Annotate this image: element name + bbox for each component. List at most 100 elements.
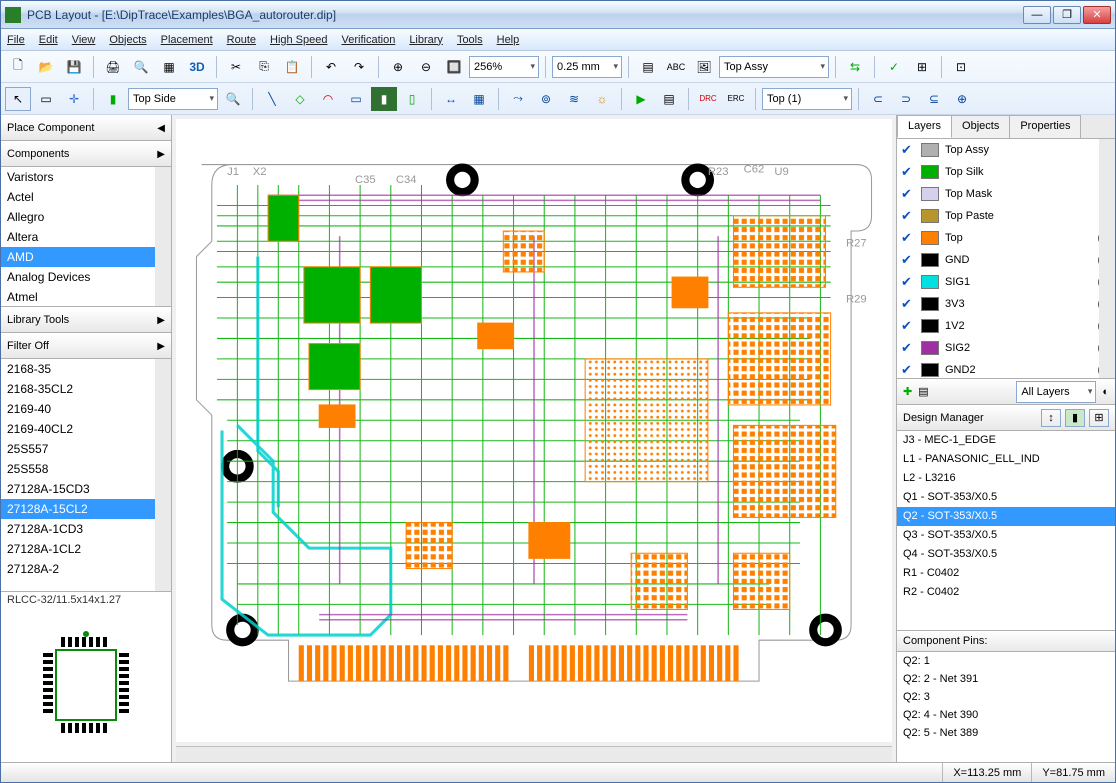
dm-item[interactable]: L1 - PANASONIC_ELL_IND <box>897 450 1115 469</box>
grid-combo[interactable]: 0.25 mm <box>552 56 622 78</box>
save-icon[interactable]: 💾 <box>61 55 87 79</box>
find-icon[interactable]: 🔍 <box>220 87 246 111</box>
part-item[interactable]: 27128A-2 <box>1 559 171 579</box>
chip-icon[interactable]: ▮ <box>100 87 126 111</box>
filter-header[interactable]: Filter Off▶ <box>1 333 171 359</box>
check-icon[interactable]: ✔ <box>901 164 915 180</box>
route-icon[interactable]: ⤳ <box>505 87 531 111</box>
check-icon[interactable]: ✔ <box>901 230 915 246</box>
parts-list[interactable]: 2168-352168-35CL22169-402169-40CL225S557… <box>1 359 171 592</box>
part-item[interactable]: 27128A-1CL2 <box>1 539 171 559</box>
check-icon[interactable]: ✔ <box>901 340 915 356</box>
lib-item[interactable]: Allegro <box>1 207 171 227</box>
tab-properties[interactable]: Properties <box>1009 115 1081 138</box>
design-manager-list[interactable]: J3 - MEC-1_EDGEL1 - PANASONIC_ELL_INDL2 … <box>897 431 1115 631</box>
via-icon[interactable]: ⊚ <box>533 87 559 111</box>
open-icon[interactable]: 📂 <box>33 55 59 79</box>
menu-highspeed[interactable]: High Speed <box>270 34 328 46</box>
undo-icon[interactable]: ↶ <box>318 55 344 79</box>
dm-item[interactable]: J3 - MEC-1_EDGE <box>897 431 1115 450</box>
check-icon[interactable]: ✔ <box>901 208 915 224</box>
part-item[interactable]: 25S557 <box>1 439 171 459</box>
new-icon[interactable]: 🗋 <box>5 55 31 79</box>
layer3-icon[interactable]: ⊆ <box>921 87 947 111</box>
menu-view[interactable]: View <box>72 34 96 46</box>
check-icon[interactable]: ✔ <box>901 274 915 290</box>
routesettings-icon[interactable]: ▤ <box>656 87 682 111</box>
pin-item[interactable]: Q2: 1 <box>897 652 1115 670</box>
compare-icon[interactable]: ⇆ <box>842 55 868 79</box>
pins-list[interactable]: Q2: 1Q2: 2 - Net 391Q2: 3Q2: 4 - Net 390… <box>897 652 1115 762</box>
erc-icon[interactable]: ERC <box>723 87 749 111</box>
dimension-icon[interactable]: ↔ <box>438 87 464 111</box>
check-icon[interactable]: ✔ <box>901 142 915 158</box>
layer2-icon[interactable]: ⊃ <box>893 87 919 111</box>
contrast-icon[interactable]: ◐ <box>1102 386 1109 398</box>
part-item[interactable]: 25S558 <box>1 459 171 479</box>
assy-combo[interactable]: Top Assy <box>719 56 829 78</box>
dm-item[interactable]: Q1 - SOT-353/X0.5 <box>897 488 1115 507</box>
lib-item[interactable]: Altera <box>1 227 171 247</box>
copy-icon[interactable]: ⎘ <box>251 55 277 79</box>
net-icon[interactable]: ⊞ <box>909 55 935 79</box>
layer-props-icon[interactable]: ▤ <box>918 385 928 398</box>
tab-layers[interactable]: Layers <box>897 115 952 138</box>
layer-row[interactable]: ✔Top Assy <box>897 139 1115 161</box>
components-header[interactable]: Components▶ <box>1 141 171 167</box>
zoomout-icon[interactable]: ⊖ <box>413 55 439 79</box>
menu-verification[interactable]: Verification <box>342 34 396 46</box>
titleblock-icon[interactable]: ▦ <box>156 55 182 79</box>
zoomwin-icon[interactable]: 🔲 <box>441 55 467 79</box>
diff-icon[interactable]: ≋ <box>561 87 587 111</box>
part-item[interactable]: 2168-35 <box>1 359 171 379</box>
menu-help[interactable]: Help <box>497 34 520 46</box>
part-item[interactable]: 2169-40 <box>1 399 171 419</box>
menu-route[interactable]: Route <box>227 34 256 46</box>
dm-item[interactable]: Q4 - SOT-353/X0.5 <box>897 545 1115 564</box>
poly-icon[interactable]: ◇ <box>287 87 313 111</box>
abc-icon[interactable]: ABC <box>663 55 689 79</box>
check-icon[interactable]: ✔ <box>901 252 915 268</box>
menu-library[interactable]: Library <box>409 34 443 46</box>
dm-item[interactable]: L2 - L3216 <box>897 469 1115 488</box>
lib-item[interactable]: Atmel <box>1 287 171 307</box>
arrow-icon[interactable]: ↖ <box>5 87 31 111</box>
dm-item[interactable]: R1 - C0402 <box>897 564 1115 583</box>
lib-item[interactable]: Varistors <box>1 167 171 187</box>
panel-icon[interactable]: ▭ <box>33 87 59 111</box>
check-icon[interactable]: ✔ <box>901 318 915 334</box>
part-item[interactable]: 27128A-15CD3 <box>1 479 171 499</box>
close-button[interactable]: ✕ <box>1083 6 1111 24</box>
h-scrollbar[interactable] <box>176 746 892 762</box>
autoroute-icon[interactable]: ▶ <box>628 87 654 111</box>
dm-item[interactable]: R2 - C0402 <box>897 583 1115 602</box>
layer-row[interactable]: ✔Top Mask <box>897 183 1115 205</box>
layer-row[interactable]: ✔GND2(7) <box>897 359 1115 379</box>
origin-icon[interactable]: ✛ <box>61 87 87 111</box>
minimize-button[interactable]: — <box>1023 6 1051 24</box>
image-icon[interactable]: 🖼 <box>691 55 717 79</box>
tab-objects[interactable]: Objects <box>951 115 1010 138</box>
print-icon[interactable]: 🖨 <box>100 55 126 79</box>
zoomin-icon[interactable]: ⊕ <box>385 55 411 79</box>
pin-item[interactable]: Q2: 2 - Net 391 <box>897 670 1115 688</box>
layer-row[interactable]: ✔Top Paste <box>897 205 1115 227</box>
menu-file[interactable]: File <box>7 34 25 46</box>
side-combo[interactable]: Top Side <box>128 88 218 110</box>
3d-button[interactable]: 3D <box>184 55 210 79</box>
current-layer-combo[interactable]: Top (1) <box>762 88 852 110</box>
check-icon[interactable]: ✔ <box>901 362 915 378</box>
hierarchy-icon[interactable]: ⊡ <box>948 55 974 79</box>
redo-icon[interactable]: ↷ <box>346 55 372 79</box>
layer-row[interactable]: ✔SIG1(3) <box>897 271 1115 293</box>
library-tools-header[interactable]: Library Tools▶ <box>1 307 171 333</box>
drc-icon[interactable]: ✓ <box>881 55 907 79</box>
layer-row[interactable]: ✔GND(2) <box>897 249 1115 271</box>
layers-list[interactable]: ✔Top Assy✔Top Silk✔Top Mask✔Top Paste✔To… <box>897 139 1115 379</box>
layer-row[interactable]: ✔Top Silk <box>897 161 1115 183</box>
check-icon[interactable]: ✔ <box>901 186 915 202</box>
dm-item[interactable]: Q2 - SOT-353/X0.5 <box>897 507 1115 526</box>
layer-row[interactable]: ✔Top(1) <box>897 227 1115 249</box>
library-list[interactable]: VaristorsActelAllegroAlteraAMDAnalog Dev… <box>1 167 171 307</box>
menu-objects[interactable]: Objects <box>109 34 146 46</box>
